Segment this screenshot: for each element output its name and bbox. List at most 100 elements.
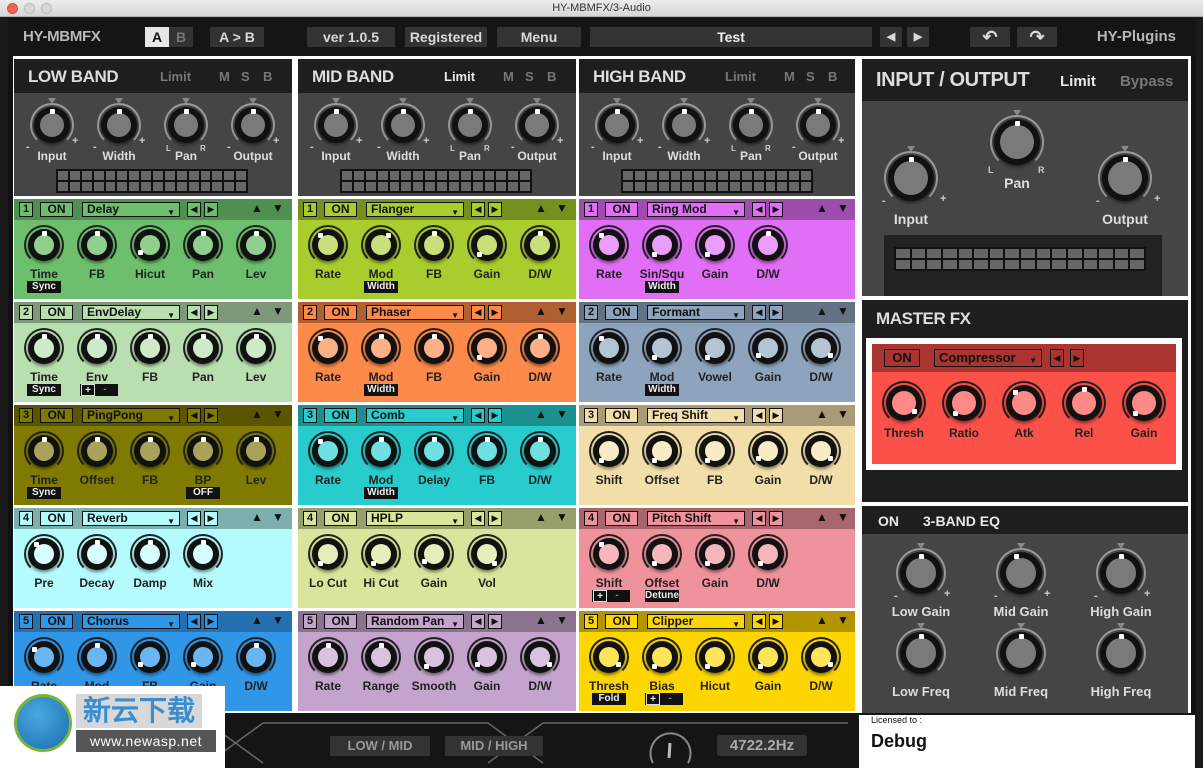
knob[interactable]	[520, 431, 560, 471]
master-on-button[interactable]: ON	[884, 349, 920, 367]
option-toggle-button[interactable]: Sync	[27, 487, 61, 499]
move-up-icon[interactable]: ▲	[535, 510, 547, 524]
next-effect-icon[interactable]: ▶	[488, 202, 502, 217]
move-up-icon[interactable]: ▲	[816, 304, 828, 318]
slot-on-button[interactable]: ON	[40, 305, 73, 320]
master-prev-effect-icon[interactable]: ◀	[1050, 349, 1064, 367]
knob[interactable]	[130, 431, 170, 471]
next-effect-icon[interactable]: ▶	[204, 202, 218, 217]
knob[interactable]	[520, 637, 560, 677]
next-effect-icon[interactable]: ▶	[769, 202, 783, 217]
next-effect-icon[interactable]: ▶	[488, 614, 502, 629]
move-down-icon[interactable]: ▼	[837, 201, 849, 215]
knob[interactable]	[414, 637, 454, 677]
effect-dropdown[interactable]: Chorus ▼	[82, 614, 180, 629]
move-up-icon[interactable]: ▲	[816, 201, 828, 215]
band-mute-toggle[interactable]: M	[219, 69, 230, 84]
knob[interactable]	[1002, 381, 1046, 425]
knob[interactable]	[77, 534, 117, 574]
prev-effect-icon[interactable]: ◀	[752, 614, 766, 629]
knob[interactable]	[236, 431, 276, 471]
slot-on-button[interactable]: ON	[605, 408, 638, 423]
close-window-button[interactable]	[7, 3, 18, 14]
next-preset-icon[interactable]: ▶	[907, 27, 929, 47]
slot-on-button[interactable]: ON	[324, 511, 357, 526]
knob[interactable]	[896, 623, 946, 678]
knob[interactable]	[642, 637, 682, 677]
move-up-icon[interactable]: ▲	[535, 304, 547, 318]
knob[interactable]	[796, 98, 840, 147]
slot-on-button[interactable]: ON	[324, 305, 357, 320]
knob[interactable]	[130, 637, 170, 677]
band-bypass-toggle[interactable]: B	[828, 69, 837, 84]
option-toggle-button[interactable]: OFF	[186, 487, 220, 499]
knob[interactable]	[520, 225, 560, 265]
slot-on-button[interactable]: ON	[40, 614, 73, 629]
plus-button[interactable]: +	[646, 693, 660, 705]
preset-name-field[interactable]: Test	[590, 27, 872, 47]
effect-dropdown[interactable]: PingPong ▼	[82, 408, 180, 423]
band-mute-toggle[interactable]: M	[784, 69, 795, 84]
knob[interactable]	[236, 328, 276, 368]
knob[interactable]	[77, 225, 117, 265]
move-down-icon[interactable]: ▼	[272, 201, 284, 215]
knob[interactable]	[24, 534, 64, 574]
knob[interactable]	[381, 98, 425, 147]
knob[interactable]	[695, 328, 735, 368]
maximize-window-button[interactable]	[41, 3, 52, 14]
knob[interactable]	[882, 381, 926, 425]
knob[interactable]	[164, 98, 208, 147]
knob[interactable]	[361, 328, 401, 368]
crossover-frequency-display[interactable]: 4722.2Hz	[717, 735, 807, 756]
low-mid-button[interactable]: LOW / MID	[330, 736, 430, 756]
knob[interactable]	[30, 98, 74, 147]
knob[interactable]	[414, 328, 454, 368]
move-down-icon[interactable]: ▼	[837, 304, 849, 318]
knob[interactable]	[130, 534, 170, 574]
knob[interactable]	[236, 637, 276, 677]
move-up-icon[interactable]: ▲	[535, 201, 547, 215]
polarity-toggle[interactable]: + -	[645, 693, 683, 705]
knob[interactable]	[183, 431, 223, 471]
knob[interactable]	[1062, 381, 1106, 425]
knob[interactable]	[996, 543, 1046, 598]
prev-effect-icon[interactable]: ◀	[187, 305, 201, 320]
option-toggle-button[interactable]: Width	[364, 487, 398, 499]
effect-dropdown[interactable]: EnvDelay ▼	[82, 305, 180, 320]
effect-dropdown[interactable]: Clipper ▼	[647, 614, 745, 629]
plus-button[interactable]: +	[81, 384, 95, 396]
knob[interactable]	[695, 225, 735, 265]
band-solo-toggle[interactable]: S	[806, 69, 815, 84]
option-toggle-button[interactable]: Width	[645, 281, 679, 293]
knob[interactable]	[24, 328, 64, 368]
prev-effect-icon[interactable]: ◀	[187, 511, 201, 526]
effect-dropdown[interactable]: Formant ▼	[647, 305, 745, 320]
move-down-icon[interactable]: ▼	[272, 510, 284, 524]
knob[interactable]	[642, 534, 682, 574]
move-up-icon[interactable]: ▲	[251, 304, 263, 318]
option-toggle-button[interactable]: Fold	[592, 693, 626, 705]
knob[interactable]	[589, 431, 629, 471]
knob[interactable]	[308, 328, 348, 368]
option-toggle-button[interactable]: Sync	[27, 384, 61, 396]
knob[interactable]	[595, 98, 639, 147]
knob[interactable]	[642, 225, 682, 265]
knob[interactable]	[748, 534, 788, 574]
knob[interactable]	[642, 431, 682, 471]
knob[interactable]	[97, 98, 141, 147]
copy-a-to-b-button[interactable]: A > B	[210, 27, 264, 47]
slot-on-button[interactable]: ON	[605, 511, 638, 526]
prev-effect-icon[interactable]: ◀	[187, 408, 201, 423]
undo-icon[interactable]: ↶	[970, 27, 1010, 47]
knob[interactable]	[24, 637, 64, 677]
band-limit-toggle[interactable]: Limit	[160, 69, 191, 84]
band-bypass-toggle[interactable]: B	[263, 69, 272, 84]
knob[interactable]	[642, 328, 682, 368]
slot-on-button[interactable]: ON	[40, 202, 73, 217]
slot-on-button[interactable]: ON	[605, 614, 638, 629]
move-down-icon[interactable]: ▼	[837, 407, 849, 421]
mid-high-button[interactable]: MID / HIGH	[445, 736, 543, 756]
band-bypass-toggle[interactable]: B	[547, 69, 556, 84]
next-effect-icon[interactable]: ▶	[769, 614, 783, 629]
knob[interactable]	[589, 225, 629, 265]
